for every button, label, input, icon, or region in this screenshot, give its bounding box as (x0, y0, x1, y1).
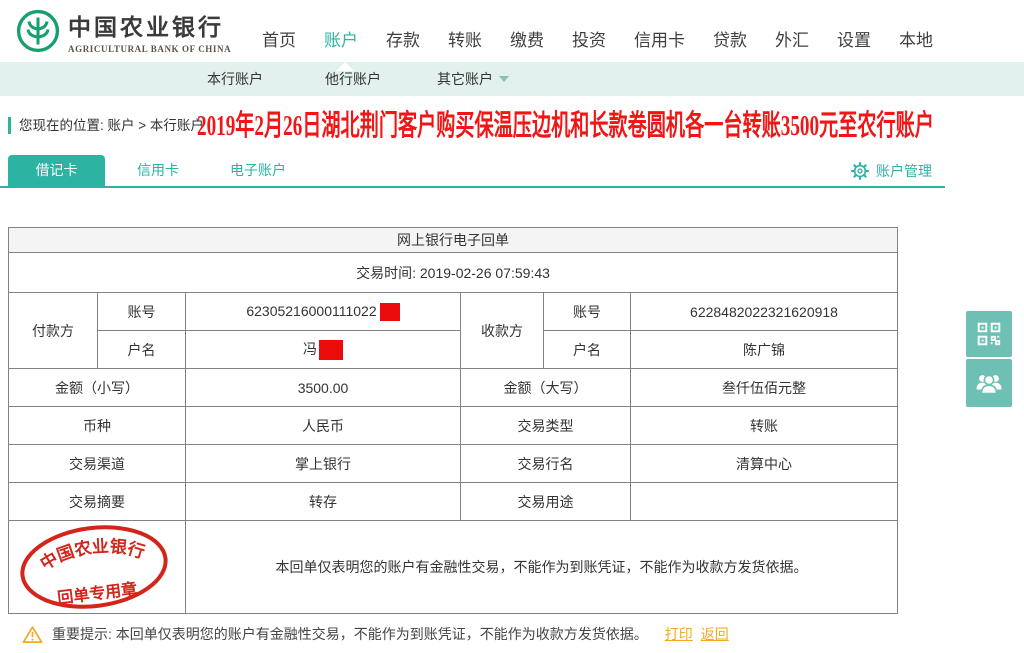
receipt-time-row: 交易时间: 2019-02-26 07:59:43 (8, 252, 898, 293)
back-link[interactable]: 返回 (701, 626, 729, 642)
nav-item-accounts[interactable]: 账户 (324, 26, 358, 51)
receipt-account-row: 付款方 账号 62305216000111022 收款方 账号 62284820… (8, 292, 898, 369)
tab-credit-card[interactable]: 信用卡 (126, 155, 190, 186)
tab-underline (0, 186, 945, 188)
currency-label: 币种 (8, 406, 186, 445)
bank-stamp: 中国农业银行 回单专用章 (20, 525, 168, 609)
main-nav: 首页 账户 存款 转账 缴费 投资 信用卡 贷款 外汇 设置 本地 (262, 26, 933, 51)
amount-lower-label: 金额（小写） (8, 368, 186, 407)
stamp-line2: 回单专用章 (56, 579, 138, 608)
red-annotation-text: 2019年2月26日湖北荆门客户购买保温压边机和长款卷圆机各一台转账3500元至… (197, 110, 934, 142)
customer-service-button[interactable] (966, 359, 1012, 407)
amount-upper-label: 金额（大写） (460, 368, 631, 407)
nav-item-home[interactable]: 首页 (262, 26, 296, 51)
payer-account-value: 62305216000111022 (185, 292, 461, 331)
txn-bank-label: 交易行名 (460, 444, 631, 483)
payer-name: 冯 (303, 341, 317, 357)
gear-icon (851, 162, 869, 180)
currency-value: 人民币 (185, 406, 461, 445)
warning-icon (22, 625, 43, 643)
breadcrumb: 您现在的位置: 账户 > 本行账户 (8, 117, 204, 134)
channel-value: 掌上银行 (185, 444, 461, 483)
payee-name-value: 陈广锦 (630, 330, 898, 369)
floating-toolbar (966, 311, 1012, 409)
qr-code-icon (977, 322, 1001, 346)
account-manage-label: 账户管理 (876, 163, 932, 179)
tab-e-account[interactable]: 电子账户 (216, 155, 300, 186)
purpose-value (630, 482, 898, 521)
e-receipt-table: 网上银行电子回单 交易时间: 2019-02-26 07:59:43 付款方 账… (8, 227, 898, 614)
time-label: 交易时间: (356, 264, 416, 281)
amount-upper-value: 叁仟伍佰元整 (630, 368, 898, 407)
receipt-channel-row: 交易渠道 掌上银行 交易行名 清算中心 (8, 444, 898, 483)
payer-account-label: 账号 (97, 292, 186, 331)
txn-type-label: 交易类型 (460, 406, 631, 445)
footer-notice: 重要提示: 本回单仅表明您的账户有金融性交易，不能作为到账凭证，不能作为收款方发… (22, 624, 729, 644)
receipt-name-row: 户名 冯 户名 陈广锦 (9, 330, 898, 369)
top-bar: 中国农业银行 AGRICULTURAL BANK OF CHINA 首页 账户 … (0, 0, 1024, 62)
payee-name-label: 户名 (543, 330, 631, 369)
nav-item-deposits[interactable]: 存款 (386, 26, 420, 51)
txn-type-value: 转账 (630, 406, 898, 445)
people-icon (976, 374, 1002, 395)
receipt-amount-row: 金额（小写） 3500.00 金额（大写） 叁仟伍佰元整 (8, 368, 898, 407)
nav-item-loans[interactable]: 贷款 (713, 26, 747, 51)
nav-item-forex[interactable]: 外汇 (775, 26, 809, 51)
redaction-box (319, 340, 343, 360)
brand-name-en: AGRICULTURAL BANK OF CHINA (68, 44, 232, 54)
nav-item-credit-card[interactable]: 信用卡 (634, 26, 685, 51)
notice-label: 重要提示: (52, 626, 112, 642)
amount-lower-value: 3500.00 (185, 368, 461, 407)
payer-account-number: 62305216000111022 (246, 302, 377, 319)
time-value: 2019-02-26 07:59:43 (419, 264, 550, 281)
notice-text: 本回单仅表明您的账户有金融性交易，不能作为到账凭证，不能作为收款方发货依据。 (115, 626, 648, 642)
payee-group-label: 收款方 (460, 292, 544, 369)
receipt-title-row: 网上银行电子回单 (8, 227, 898, 253)
payer-name-value: 冯 (185, 330, 461, 369)
payee-account-label: 账号 (543, 292, 631, 331)
brand: 中国农业银行 AGRICULTURAL BANK OF CHINA (16, 8, 231, 54)
sub-nav: 本行账户 他行账户 其它账户 (0, 62, 1024, 96)
active-nav-caret (336, 62, 354, 71)
nav-item-local[interactable]: 本地 (899, 26, 933, 51)
tab-debit-card[interactable]: 借记卡 (8, 155, 105, 186)
channel-label: 交易渠道 (8, 444, 186, 483)
txn-bank-value: 清算中心 (630, 444, 898, 483)
abc-bank-logo-icon (16, 9, 60, 53)
nav-item-transfer[interactable]: 转账 (448, 26, 482, 51)
subnav-item-other-accounts[interactable]: 其它账户 (437, 62, 509, 96)
nav-item-investment[interactable]: 投资 (572, 26, 606, 51)
nav-item-settings[interactable]: 设置 (837, 26, 871, 51)
receipt-note: 本回单仅表明您的账户有金融性交易，不能作为到账凭证，不能作为收款方发货依据。 (185, 520, 898, 614)
subnav-item-our-bank-accounts[interactable]: 本行账户 (207, 62, 263, 96)
print-link[interactable]: 打印 (665, 626, 693, 642)
payer-name-label: 户名 (97, 330, 186, 369)
chevron-down-icon (499, 76, 509, 82)
account-manage-button[interactable]: 账户管理 (851, 161, 932, 181)
qr-code-button[interactable] (966, 311, 1012, 357)
subnav-item-other-accounts-label: 其它账户 (437, 71, 493, 87)
purpose-label: 交易用途 (460, 482, 631, 521)
receipt-currency-row: 币种 人民币 交易类型 转账 (8, 406, 898, 445)
payee-account-value: 6228482022321620918 (630, 292, 898, 331)
receipt-stamp-row: 中国农业银行 回单专用章 本回单仅表明您的账户有金融性交易，不能作为到账凭证，不… (8, 520, 898, 614)
summary-value: 转存 (185, 482, 461, 521)
payer-group-label: 付款方 (8, 292, 98, 369)
receipt-summary-row: 交易摘要 转存 交易用途 (8, 482, 898, 521)
redaction-box (379, 302, 400, 321)
nav-item-payments[interactable]: 缴费 (510, 26, 544, 51)
brand-name-cn: 中国农业银行 (68, 15, 224, 40)
receipt-title: 网上银行电子回单 (8, 227, 898, 253)
